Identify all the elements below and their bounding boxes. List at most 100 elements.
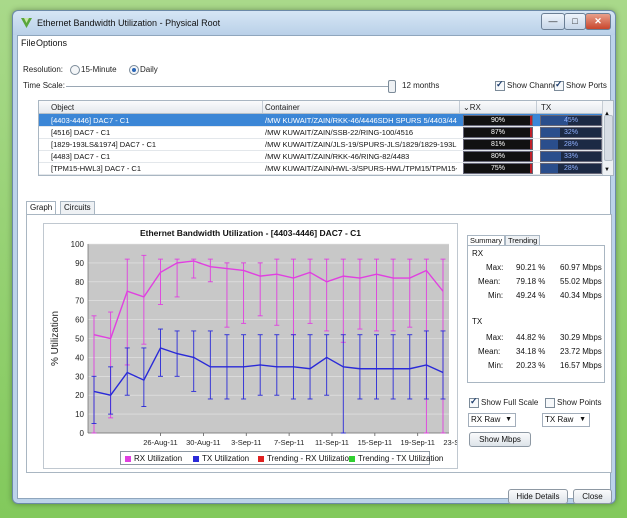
rx-bar-value: 75% [490,165,505,172]
scroll-down-icon[interactable]: ▼ [604,167,610,173]
chevron-down-icon: ▼ [579,416,586,423]
resolution-label: Resolution: [23,65,64,74]
objects-table: Object Container ⌄RX TX [4403-4446] DAC7… [38,100,614,176]
rx-mode-dropdown[interactable]: RX Raw ▼ [468,413,516,427]
column-header-tx[interactable]: TX [541,103,551,112]
rx-mean-pct: 79.18 % [516,277,546,286]
menu-file[interactable]: File [21,38,36,48]
legend-item-tx: TX Utilization [193,454,249,463]
cell-object: [1829-193LS&1974] DAC7 - C1 [51,140,157,149]
tx-utilization-bar: 33% [540,151,602,162]
chart-svg: 0 10 20 30 40 50 60 70 80 90 100 26-Aug-11 30-Aug-11… [50,240,457,447]
show-full-scale-label: Show Full Scale [481,398,539,407]
tx-utilization-bar: 32% [540,127,602,138]
legend-swatch-rx [125,455,131,462]
graph-panel: Ethernet Bandwidth Utilization - [4403-4… [26,214,612,473]
menu-options[interactable]: Options [36,38,67,48]
tx-mean-pct: 34.18 % [516,347,546,356]
close-button[interactable]: Close [573,489,612,504]
timescale-value: 12 months [402,81,440,90]
cell-container: /MW KUWAIT/ZAIN/RKK-46/RING-82/4483 [265,152,410,161]
tx-bar-value: 45% [563,117,578,124]
client-area: File Options Resolution: 15-Minute Daily… [17,35,614,504]
rx-bar-value: 90% [490,117,505,124]
rx-utilization-bar: 80% [463,151,533,162]
column-divider [459,101,460,113]
show-mbps-button[interactable]: Show Mbps [469,432,531,447]
x-tick-label: 3-Sep-11 [231,438,261,447]
resolution-15min-radio[interactable] [70,65,80,75]
legend-swatch-trend-rx [258,455,264,462]
table-scrollbar[interactable]: ▲ ▼ [602,101,613,175]
rx-min-pct: 49.24 % [516,291,546,300]
legend-item-rx: RX Utilization [125,454,182,463]
y-tick-label: 70 [75,297,84,306]
rx-utilization-bar: 90% [463,115,533,126]
title-bar: Ethernet Bandwidth Utilization - Physica… [13,11,615,35]
rx-min-label: Min: [488,291,504,300]
rx-max-mbps: 60.97 Mbps [560,263,602,272]
resolution-daily-radio[interactable] [129,65,139,75]
tx-utilization-bar: 28% [540,163,602,174]
legend-item-trend-tx: Trending - TX Utilization [349,454,443,463]
show-ports-checkbox[interactable] [554,79,564,91]
cell-container: /MW KUWAIT/ZAIN/HWL-3/SPURS-HWL/TPM15/TP… [265,164,457,173]
timescale-slider-thumb[interactable] [388,80,396,93]
cell-object: [4483] DAC7 - C1 [51,152,111,161]
tab-graph[interactable]: Graph [26,201,57,215]
chart-frame: Ethernet Bandwidth Utilization - [4403-4… [43,223,458,469]
show-points-checkbox[interactable] [545,398,555,408]
column-divider [536,101,537,113]
minimize-button[interactable]: — [541,13,565,30]
timescale-slider-track[interactable] [66,86,394,87]
column-header-rx[interactable]: ⌄RX [463,103,481,112]
tab-circuits[interactable]: Circuits [60,201,95,214]
y-tick-label: 50 [75,335,84,344]
y-tick-label: 40 [75,353,84,362]
x-tick-label: 19-Sep-11 [401,438,435,447]
rx-utilization-bar: 81% [463,139,533,150]
cell-object: [4403-4446] DAC7 - C1 [51,116,130,125]
x-tick-label: 11-Sep-11 [315,438,349,447]
x-tick-label: 23-Sep-11 [443,438,457,447]
x-tick-label: 26-Aug-11 [143,438,177,447]
tx-min-mbps: 16.57 Mbps [560,361,602,370]
y-tick-label: 30 [75,372,84,381]
show-full-scale-checkbox[interactable] [469,396,479,408]
tx-mode-dropdown[interactable]: TX Raw ▼ [542,413,590,427]
tx-max-pct: 44.82 % [516,333,546,342]
sort-desc-icon: ⌄ [463,103,470,112]
y-tick-label: 100 [71,240,85,249]
column-divider [262,101,263,113]
column-header-object[interactable]: Object [51,103,74,112]
chevron-down-icon: ▼ [505,416,512,423]
maximize-button[interactable]: □ [564,13,586,30]
close-window-button[interactable]: ✕ [585,13,611,30]
rx-mode-value: RX Raw [471,415,501,424]
cell-container: /MW KUWAIT/ZAIN/RKK-46/4446SDH SPURS 5/4… [265,116,457,125]
cell-container: /MW KUWAIT/ZAIN/JLS-19/SPURS-JLS/1829/18… [265,140,457,149]
chart-legend: RX Utilization TX Utilization Trending -… [120,451,443,465]
tx-utilization-bar: 28% [540,139,602,150]
column-header-container[interactable]: Container [265,103,300,112]
x-tick-label: 15-Sep-11 [358,438,392,447]
summary-rx-heading: RX [472,249,484,258]
rx-bar-value: 87% [490,129,505,136]
y-tick-label: 90 [75,259,84,268]
show-ports-label: Show Ports [566,81,607,90]
rx-mean-mbps: 55.02 Mbps [560,277,602,286]
y-tick-label: 80 [75,278,84,287]
rx-bar-value: 80% [490,153,505,160]
app-window: Ethernet Bandwidth Utilization - Physica… [12,10,616,504]
scroll-up-icon[interactable]: ▲ [604,111,610,117]
scrollbar-thumb[interactable] [604,115,613,161]
show-channels-checkbox[interactable] [495,79,505,91]
hide-details-button[interactable]: Hide Details [508,489,568,504]
tx-mean-mbps: 23.72 Mbps [560,347,602,356]
window-title: Ethernet Bandwidth Utilization - Physica… [37,18,221,28]
cell-object: [4516] DAC7 - C1 [51,128,111,137]
summary-panel: RX Max: 90.21 % 60.97 Mbps Mean: 79.18 %… [467,245,605,383]
legend-swatch-tx [193,455,199,462]
tx-bar-value: 32% [563,129,578,136]
table-row[interactable]: [TPM15-HWL3] DAC7 - C1/MW KUWAIT/ZAIN/HW… [39,162,603,175]
